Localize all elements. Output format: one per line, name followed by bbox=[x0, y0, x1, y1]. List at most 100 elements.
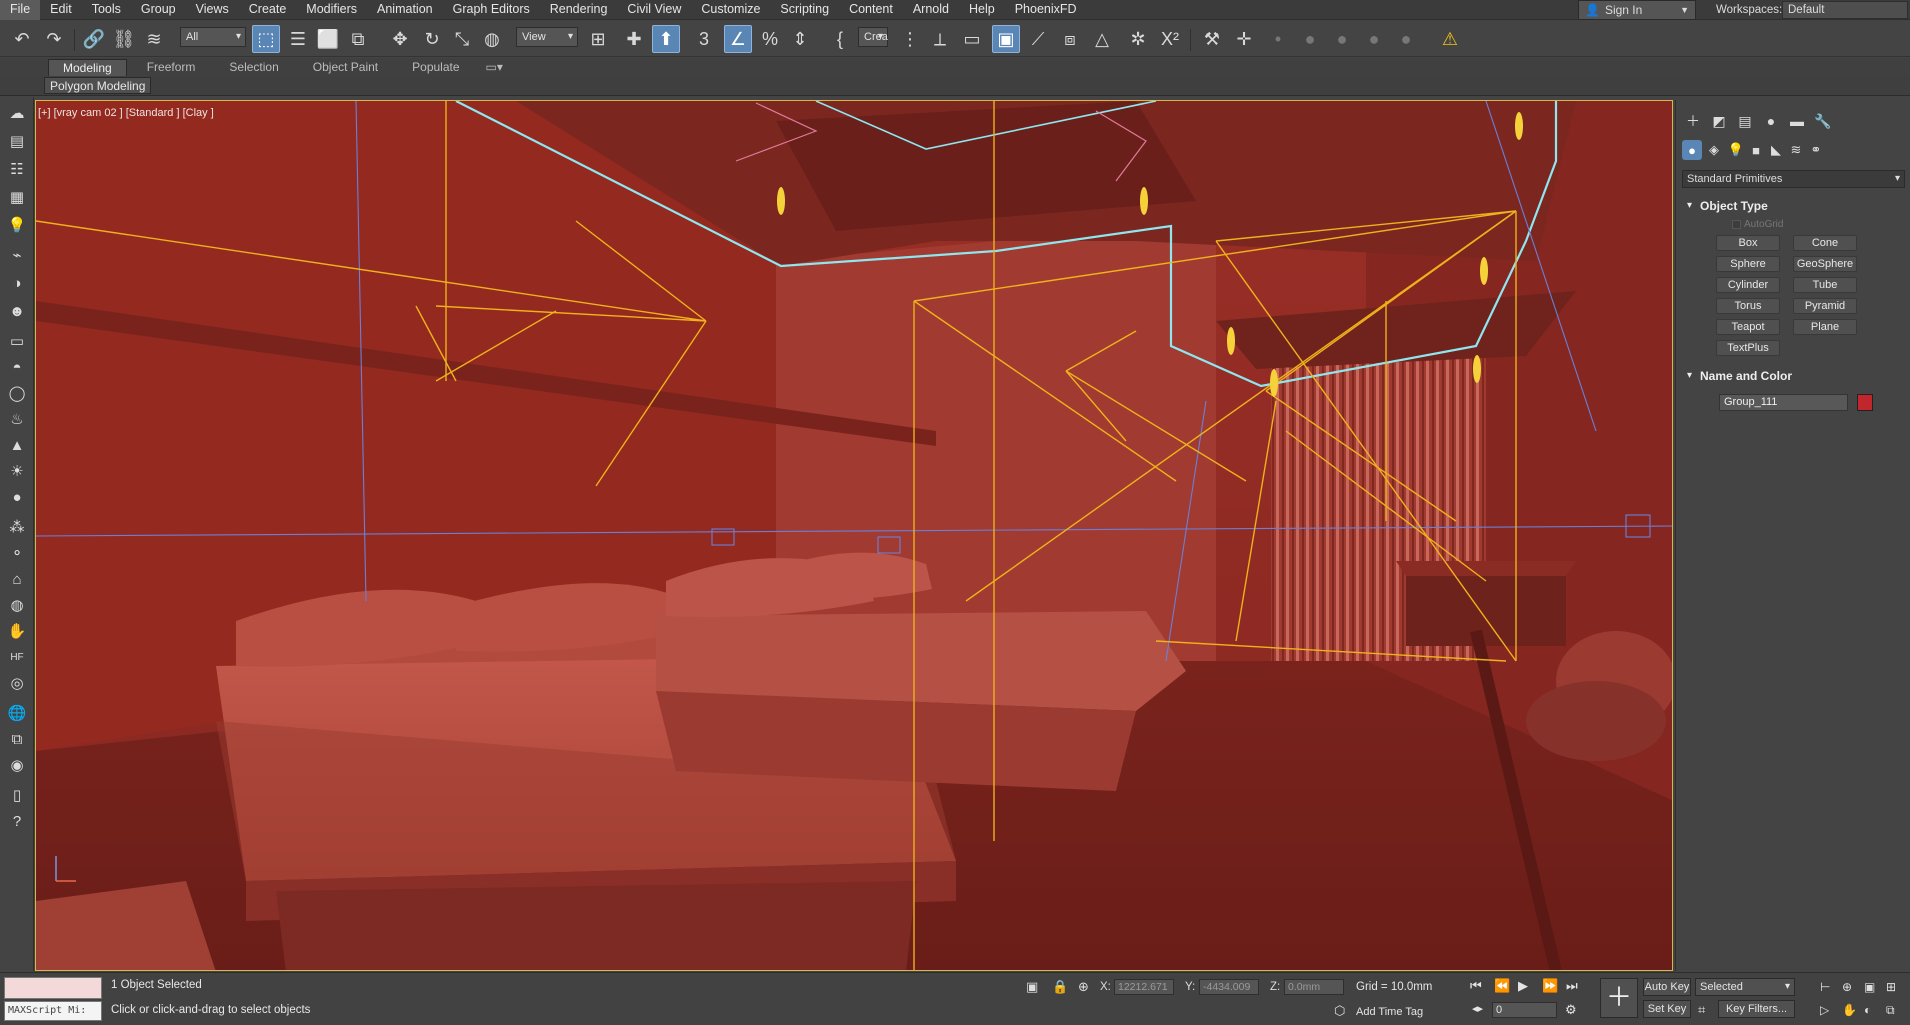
tube-button[interactable]: Tube bbox=[1793, 277, 1857, 293]
rectangular-region-icon[interactable]: ⬜ bbox=[314, 25, 342, 53]
maximize-viewport-icon[interactable]: ⧉ bbox=[1886, 1003, 1895, 1018]
sphere-button[interactable]: Sphere bbox=[1716, 256, 1780, 272]
previous-frame-icon[interactable]: ⏪ bbox=[1494, 978, 1510, 994]
sign-in-dropdown[interactable]: 👤 Sign In ▼ bbox=[1578, 0, 1696, 20]
warning-icon[interactable]: ⚠ bbox=[1436, 25, 1464, 53]
redo-icon[interactable]: ↷ bbox=[40, 25, 68, 53]
space-warps-icon[interactable]: ≋ bbox=[1786, 140, 1806, 160]
ball-icon[interactable]: ● bbox=[5, 485, 29, 509]
menu-customize[interactable]: Customize bbox=[691, 0, 770, 20]
sound-icon[interactable]: ◑ bbox=[5, 271, 29, 295]
zoom-all-icon[interactable]: ⊕ bbox=[1842, 980, 1852, 994]
absolute-mode-icon[interactable]: ⊕ bbox=[1078, 979, 1089, 995]
current-frame-field[interactable]: 0 bbox=[1492, 1002, 1557, 1018]
set-key-button[interactable]: Set Key bbox=[1643, 1000, 1691, 1018]
viewport-label[interactable]: [+] [vray cam 02 ] [Standard ] [Clay ] bbox=[38, 107, 214, 119]
reference-coordinate-dropdown[interactable]: View bbox=[516, 27, 578, 47]
camera-icon[interactable]: ⌁ bbox=[5, 243, 29, 267]
dome-icon[interactable]: ◓ bbox=[5, 355, 29, 379]
modify-tab-icon[interactable]: ◩ bbox=[1708, 111, 1730, 131]
globe-blue-icon[interactable]: 🌐 bbox=[5, 701, 29, 725]
geosphere-button[interactable]: GeoSphere bbox=[1793, 256, 1857, 272]
render-production-icon[interactable]: ⚒ bbox=[1198, 25, 1226, 53]
zoom-extents-icon[interactable]: ▣ bbox=[1864, 980, 1875, 994]
cone-icon[interactable]: ▲ bbox=[5, 433, 29, 457]
document-icon[interactable]: ▯ bbox=[5, 783, 29, 807]
utilities-tab-icon[interactable]: 🔧 bbox=[1812, 111, 1834, 131]
object-name-field[interactable]: Group_111 bbox=[1719, 394, 1848, 411]
curve-editor-icon[interactable]: ⟋ bbox=[1024, 25, 1052, 53]
earth-icon[interactable]: ◉ bbox=[5, 753, 29, 777]
menu-create[interactable]: Create bbox=[239, 0, 297, 20]
field-of-view-icon[interactable]: ▷ bbox=[1820, 1003, 1829, 1017]
x-coordinate-field[interactable]: 12212.671 bbox=[1114, 979, 1174, 995]
hand-icon[interactable]: ✋ bbox=[5, 619, 29, 643]
keyboard-shortcut-override-icon[interactable]: ⬆ bbox=[652, 25, 680, 53]
time-configuration-icon[interactable]: ⚙ bbox=[1565, 1002, 1577, 1018]
align-icon[interactable]: ⟂ bbox=[926, 25, 954, 53]
sphere-icon[interactable]: ◯ bbox=[5, 381, 29, 405]
scene-states-icon[interactable]: ⧉ bbox=[5, 727, 29, 751]
auto-key-button[interactable]: Auto Key bbox=[1643, 978, 1691, 996]
menu-help[interactable]: Help bbox=[959, 0, 1005, 20]
layer-explorer-icon[interactable]: ▭ bbox=[958, 25, 986, 53]
tab-selection[interactable]: Selection bbox=[215, 59, 292, 76]
autogrid-checkbox[interactable] bbox=[1732, 220, 1741, 229]
sphere-render-icon[interactable]: ● bbox=[1392, 25, 1420, 53]
unlink-icon[interactable]: ⛓ bbox=[110, 25, 138, 53]
systems-icon[interactable]: ⚭ bbox=[1806, 140, 1826, 160]
key-selection-dropdown[interactable]: Selected bbox=[1695, 978, 1795, 996]
globe-icon[interactable]: ◍ bbox=[5, 593, 29, 617]
menu-arnold[interactable]: Arnold bbox=[903, 0, 959, 20]
pyramid-button[interactable]: Pyramid bbox=[1793, 298, 1857, 314]
rendered-frame-window-icon[interactable]: X² bbox=[1156, 25, 1184, 53]
lights-icon[interactable]: 💡 bbox=[1726, 140, 1746, 160]
torus-button[interactable]: Torus bbox=[1716, 298, 1780, 314]
menu-animation[interactable]: Animation bbox=[367, 0, 443, 20]
toggle-scene-explorer-icon[interactable]: ▣ bbox=[992, 25, 1020, 53]
polygon-modeling-panel[interactable]: Polygon Modeling bbox=[44, 77, 152, 94]
next-frame-icon[interactable]: ⏩ bbox=[1542, 978, 1558, 994]
spinner-snap-icon[interactable]: ⇕ bbox=[786, 25, 814, 53]
tab-populate[interactable]: Populate bbox=[398, 59, 473, 76]
box-button[interactable]: Box bbox=[1716, 235, 1780, 251]
named-selection-dropdown[interactable]: Crea bbox=[858, 27, 888, 47]
vray-icon[interactable]: ✛ bbox=[1230, 25, 1258, 53]
menu-views[interactable]: Views bbox=[186, 0, 239, 20]
menu-modifiers[interactable]: Modifiers bbox=[296, 0, 367, 20]
object-color-swatch[interactable] bbox=[1857, 394, 1873, 411]
time-config-icon[interactable]: ◂▸ bbox=[1472, 1002, 1483, 1015]
textplus-button[interactable]: TextPlus bbox=[1716, 340, 1780, 356]
tab-object-paint[interactable]: Object Paint bbox=[299, 59, 392, 76]
geometry-icon[interactable]: ● bbox=[1682, 140, 1702, 160]
menu-rendering[interactable]: Rendering bbox=[540, 0, 618, 20]
placement-icon[interactable]: ◍ bbox=[478, 25, 506, 53]
selection-filter-dropdown[interactable]: All bbox=[180, 27, 246, 47]
people-icon[interactable]: ☻ bbox=[5, 299, 29, 323]
plane-icon[interactable]: ▭ bbox=[5, 329, 29, 353]
edit-named-selection-icon[interactable]: { bbox=[826, 25, 854, 53]
percent-snap-icon[interactable]: % bbox=[756, 25, 784, 53]
help-icon[interactable]: ? bbox=[5, 809, 29, 833]
key-filters-button[interactable]: Key Filters... bbox=[1718, 1000, 1795, 1018]
cylinder-button[interactable]: Cylinder bbox=[1716, 277, 1780, 293]
plane-button[interactable]: Plane bbox=[1793, 319, 1857, 335]
viewport-layout-icon[interactable]: ▤ bbox=[5, 129, 29, 153]
create-tab-icon[interactable]: ＋ bbox=[1682, 111, 1704, 131]
window-crossing-icon[interactable]: ⧉ bbox=[344, 25, 372, 53]
ribbon-options-icon[interactable]: ▭▾ bbox=[480, 59, 509, 76]
mini-listener-pink[interactable] bbox=[4, 977, 102, 999]
scale-icon[interactable]: ⤡ bbox=[448, 25, 476, 53]
isolate-selection-icon[interactable]: ▣ bbox=[1026, 979, 1038, 995]
zoom-icon[interactable]: ⊢ bbox=[1820, 980, 1830, 994]
move-icon[interactable]: ✥ bbox=[386, 25, 414, 53]
layers-icon[interactable]: ▦ bbox=[5, 185, 29, 209]
undo-icon[interactable]: ↶ bbox=[8, 25, 36, 53]
display-tab-icon[interactable]: ▬ bbox=[1786, 111, 1808, 131]
y-coordinate-field[interactable]: -4434.009 bbox=[1199, 979, 1259, 995]
structure-icon[interactable]: ⌂ bbox=[5, 567, 29, 591]
create-icon[interactable]: ☁ bbox=[5, 101, 29, 125]
mirror-icon[interactable]: ⋮ bbox=[896, 25, 924, 53]
cone-button[interactable]: Cone bbox=[1793, 235, 1857, 251]
teapot-icon[interactable]: ♨ bbox=[5, 407, 29, 431]
